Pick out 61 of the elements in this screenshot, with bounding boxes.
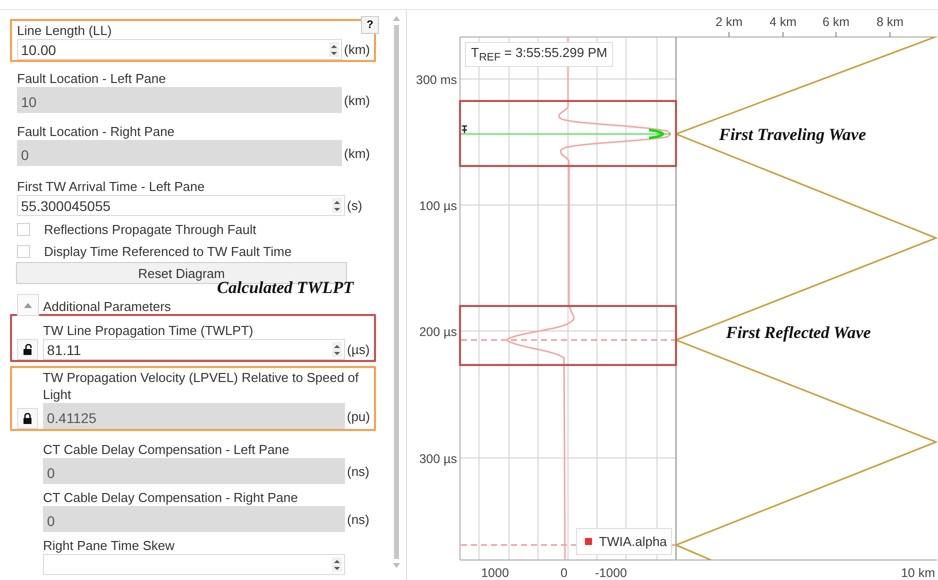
unit-label: (km) — [344, 42, 370, 57]
axis-tick-label: -1000 — [595, 566, 627, 580]
lock-button[interactable] — [17, 339, 38, 360]
readonly-field[interactable]: 0 — [43, 506, 345, 532]
field-label: Fault Location - Right Pane — [17, 123, 176, 140]
padlock-icon — [23, 344, 32, 355]
unit-label: (ns) — [347, 512, 370, 526]
annotation-text: First Reflected Wave — [726, 323, 871, 342]
legend-label: TWIA.alpha — [599, 534, 667, 549]
axis-tick-label: 8 km — [876, 15, 904, 29]
readonly-field[interactable]: 0 — [17, 140, 342, 166]
axis-tick-label: 4 km — [769, 15, 797, 29]
lock-button[interactable] — [17, 408, 38, 429]
unit-label: (pu) — [346, 408, 370, 424]
section-label: Additional Parameters — [43, 298, 171, 316]
axis-tick-label: 6 km — [822, 15, 850, 29]
spin-arrows-icon[interactable] — [329, 42, 339, 57]
axis-tick-label: 10 km — [900, 566, 935, 580]
spin-field[interactable] — [43, 554, 345, 575]
axis-tick-label: 2 km — [715, 15, 743, 29]
spin-arrows-icon[interactable] — [332, 342, 342, 357]
help-button[interactable]: ? — [361, 16, 379, 34]
scrollbar-thumb[interactable] — [394, 25, 398, 559]
checkbox[interactable] — [17, 222, 30, 236]
field-label: TW Line Propagation Time (TWLPT) — [43, 322, 254, 339]
annotation-text: First Traveling Wave — [719, 125, 866, 144]
field-label: Line Length (LL) — [17, 22, 113, 39]
unit-label: (µs) — [347, 342, 370, 357]
readonly-field[interactable]: 0.41125 — [42, 403, 345, 429]
checkbox-label: Display Time Referenced to TW Fault Time — [44, 242, 292, 260]
collapse-button[interactable] — [17, 294, 39, 316]
checkbox[interactable] — [17, 244, 30, 258]
unit-label: (km) — [344, 92, 370, 108]
axis-tick-label: 300 ms — [416, 73, 457, 87]
field-label: CT Cable Delay Compensation - Right Pane — [43, 489, 299, 506]
field-label: First TW Arrival Time - Left Pane — [17, 178, 206, 195]
axis-tick-label: 200 µs — [419, 325, 457, 339]
pin-icon[interactable] — [461, 125, 468, 134]
checkbox-label: Reflections Propagate Through Fault — [44, 220, 256, 238]
spin-arrows-icon[interactable] — [332, 198, 342, 213]
reference-time-label: T$_{REF}$ = 3:55:55.299 PM — [465, 42, 614, 67]
readonly-field[interactable]: 10 — [17, 87, 342, 113]
axis-tick-label: 300 µs — [419, 452, 457, 466]
spin-field[interactable]: 81.11 — [43, 339, 345, 360]
axis-tick-label: 1000 — [481, 566, 509, 580]
readonly-field[interactable]: 0 — [43, 458, 345, 484]
axis-tick-label: 100 µs — [419, 199, 457, 213]
spin-field[interactable]: 10.00 — [17, 39, 342, 60]
unit-label: (km) — [344, 146, 370, 160]
unit-label: (s) — [347, 198, 362, 213]
wave-peak-highlight — [648, 128, 664, 140]
padlock-icon — [23, 413, 32, 424]
spin-field[interactable]: 55.300045055 — [17, 195, 345, 216]
spin-arrows-icon[interactable] — [332, 557, 342, 572]
axis-tick-label: 0 — [560, 566, 568, 580]
field-label: CT Cable Delay Compensation - Left Pane — [43, 441, 290, 458]
field-label: TW Propagation Velocity (LPVEL) Relative to Speed of Light — [42, 369, 360, 403]
field-label: Right Pane Time Skew — [43, 537, 176, 554]
field-label: Fault Location - Left Pane — [17, 70, 167, 87]
caret-icon — [24, 302, 32, 308]
unit-label: (ns) — [347, 464, 370, 478]
